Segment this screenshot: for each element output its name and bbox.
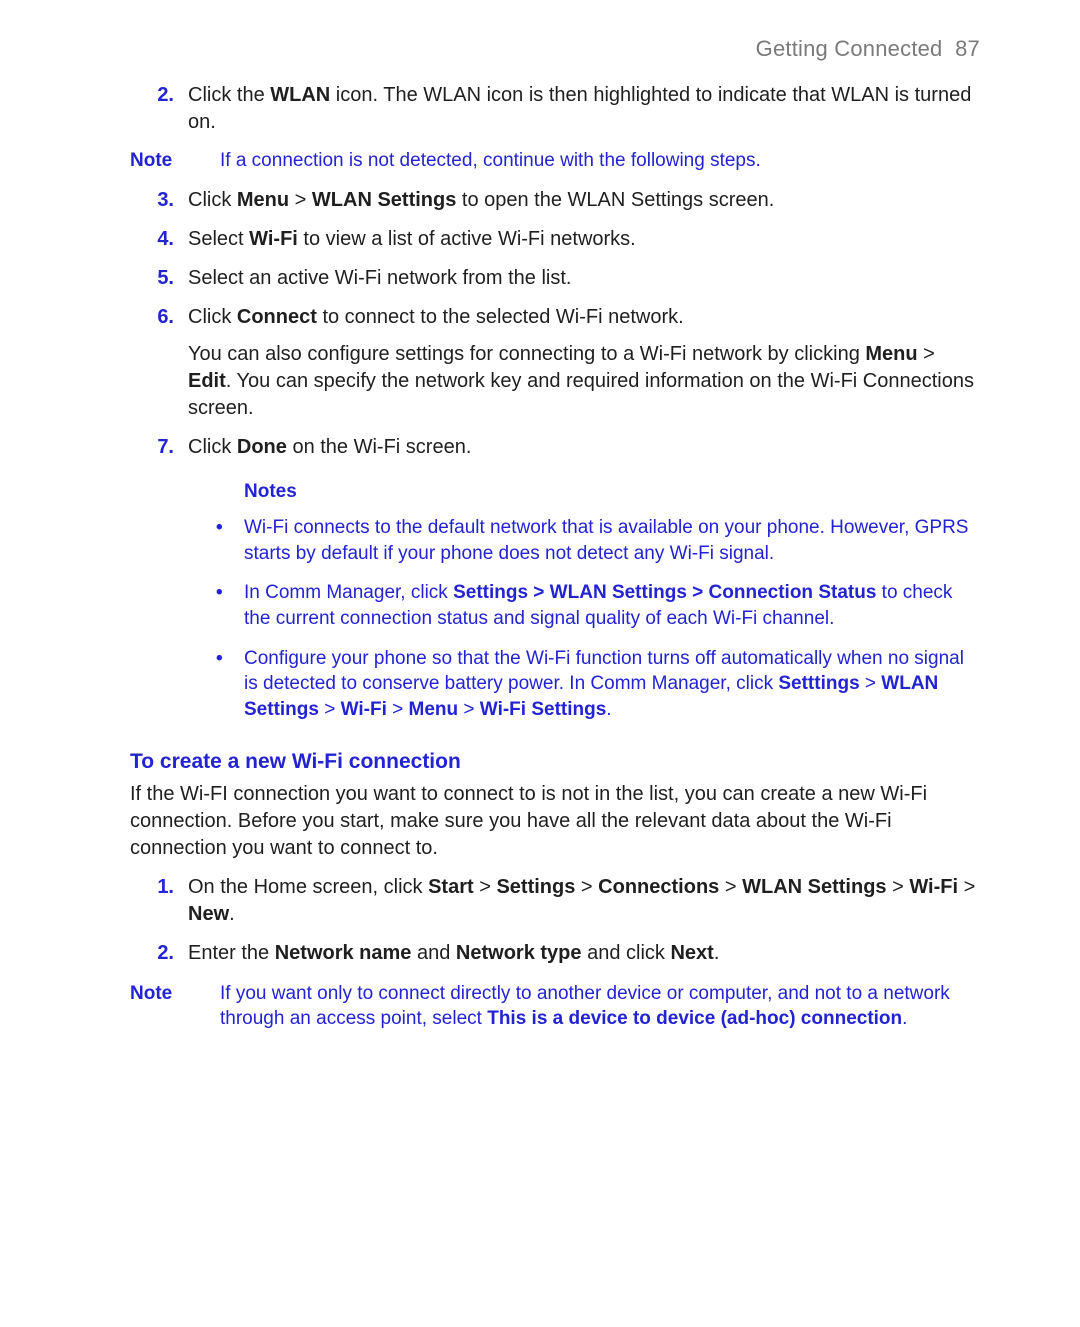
bullet-icon: • xyxy=(216,515,244,566)
step-text: Click Menu > WLAN Settings to open the W… xyxy=(188,187,980,214)
step-body: Click Connect to connect to the selected… xyxy=(188,304,980,422)
step-body: Select Wi-Fi to view a list of active Wi… xyxy=(188,226,980,253)
step-text: Enter the Network name and Network type … xyxy=(188,940,980,967)
steps-list-2: 1. On the Home screen, click Start > Set… xyxy=(130,874,980,967)
notes-body: Configure your phone so that the Wi-Fi f… xyxy=(244,646,980,723)
notes-item: • Wi-Fi connects to the default network … xyxy=(216,515,980,566)
step-number: 4. xyxy=(130,226,188,253)
step-number: 5. xyxy=(130,265,188,292)
step-body: Click Done on the Wi-Fi screen. xyxy=(188,434,980,461)
step-number: 1. xyxy=(130,874,188,928)
step-body: Click the WLAN icon. The WLAN icon is th… xyxy=(188,82,980,136)
step-body: On the Home screen, click Start > Settin… xyxy=(188,874,980,928)
step-body: Select an active Wi-Fi network from the … xyxy=(188,265,980,292)
chapter-title: Getting Connected xyxy=(756,36,943,61)
page-header: Getting Connected 87 xyxy=(130,34,980,64)
step-7: 7. Click Done on the Wi-Fi screen. xyxy=(130,434,980,461)
step-number: 2. xyxy=(130,82,188,136)
bullet-icon: • xyxy=(216,580,244,631)
step-2: 2. Click the WLAN icon. The WLAN icon is… xyxy=(130,82,980,136)
step-text-extra: You can also configure settings for conn… xyxy=(188,341,980,422)
step-text: Click Connect to connect to the selected… xyxy=(188,304,980,331)
note-inline: Note If you want only to connect directl… xyxy=(130,981,980,1032)
notes-block: Notes • Wi-Fi connects to the default ne… xyxy=(216,479,980,722)
note-text: If a connection is not detected, continu… xyxy=(220,148,980,174)
notes-item: • In Comm Manager, click Settings > WLAN… xyxy=(216,580,980,631)
step-text: Click the WLAN icon. The WLAN icon is th… xyxy=(188,82,980,136)
step-number: 6. xyxy=(130,304,188,422)
note-inline: Note If a connection is not detected, co… xyxy=(130,148,980,174)
section-heading: To create a new Wi-Fi connection xyxy=(130,748,980,776)
notes-body: Wi-Fi connects to the default network th… xyxy=(244,515,980,566)
step-3: 3. Click Menu > WLAN Settings to open th… xyxy=(130,187,980,214)
step-1b: 1. On the Home screen, click Start > Set… xyxy=(130,874,980,928)
notes-body: In Comm Manager, click Settings > WLAN S… xyxy=(244,580,980,631)
step-number: 2. xyxy=(130,940,188,967)
step-5: 5. Select an active Wi-Fi network from t… xyxy=(130,265,980,292)
step-text: Select Wi-Fi to view a list of active Wi… xyxy=(188,226,980,253)
step-text: Select an active Wi-Fi network from the … xyxy=(188,265,980,292)
note-label: Note xyxy=(130,148,220,174)
step-2b: 2. Enter the Network name and Network ty… xyxy=(130,940,980,967)
notes-item: • Configure your phone so that the Wi-Fi… xyxy=(216,646,980,723)
section-intro: If the Wi-FI connection you want to conn… xyxy=(130,781,980,862)
note-text: If you want only to connect directly to … xyxy=(220,981,980,1032)
step-number: 7. xyxy=(130,434,188,461)
page-number: 87 xyxy=(955,36,980,61)
step-body: Enter the Network name and Network type … xyxy=(188,940,980,967)
step-4: 4. Select Wi-Fi to view a list of active… xyxy=(130,226,980,253)
notes-heading: Notes xyxy=(244,479,980,505)
bullet-icon: • xyxy=(216,646,244,723)
step-6: 6. Click Connect to connect to the selec… xyxy=(130,304,980,422)
step-body: Click Menu > WLAN Settings to open the W… xyxy=(188,187,980,214)
step-text: Click Done on the Wi-Fi screen. xyxy=(188,434,980,461)
step-number: 3. xyxy=(130,187,188,214)
step-text: On the Home screen, click Start > Settin… xyxy=(188,874,980,928)
note-label: Note xyxy=(130,981,220,1032)
